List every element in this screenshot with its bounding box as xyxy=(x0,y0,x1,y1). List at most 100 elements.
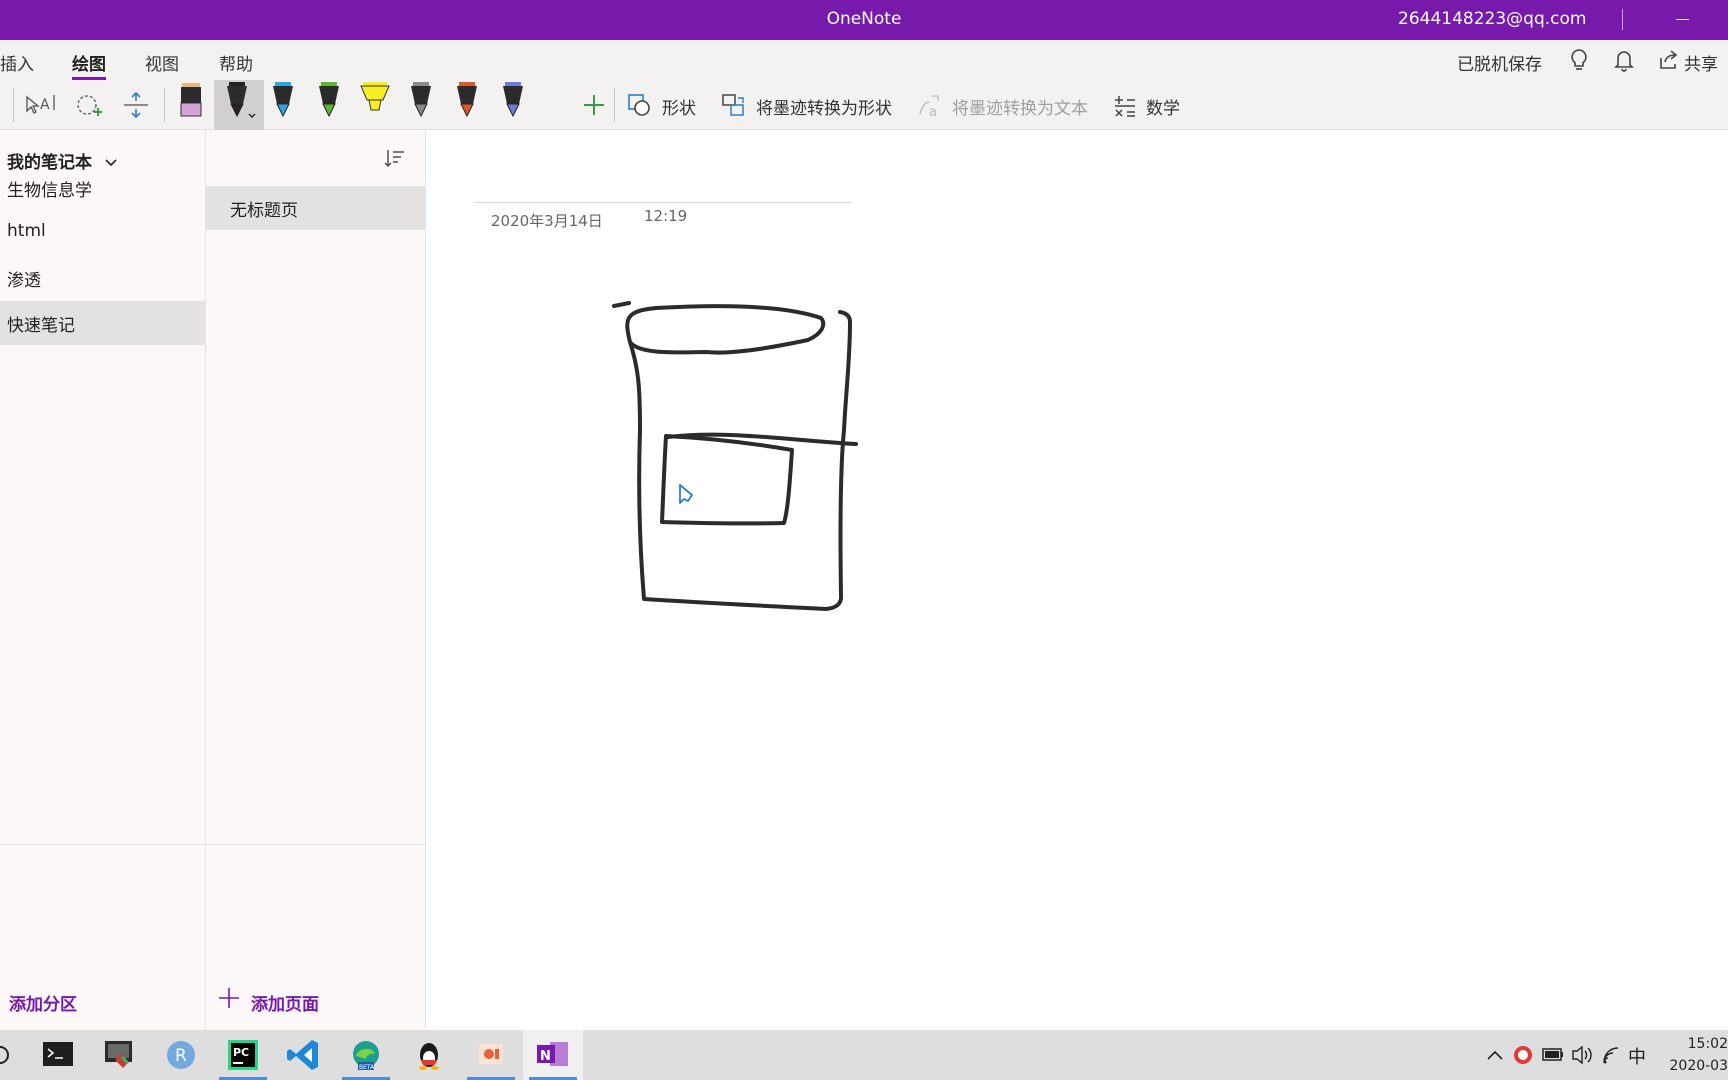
sort-pages-icon[interactable] xyxy=(384,148,406,172)
tool-app[interactable] xyxy=(89,1030,149,1080)
pink-eraser-pen-button[interactable] xyxy=(168,80,214,130)
pane-footer-divider xyxy=(0,844,425,845)
black-pen-icon xyxy=(227,82,256,118)
math-icon xyxy=(1115,96,1135,117)
bell-icon[interactable] xyxy=(1613,48,1635,76)
powerpoint-app[interactable] xyxy=(461,1030,521,1080)
account-name[interactable]: 2644148223@qq.com xyxy=(1398,9,1586,29)
titlebar-separator xyxy=(1622,9,1623,30)
section-item[interactable]: 生物信息学 xyxy=(0,166,205,210)
volume-icon[interactable] xyxy=(1570,1030,1596,1080)
ink-drawing[interactable] xyxy=(426,130,1728,1030)
pages-pane: 无标题页 添加页面 xyxy=(206,130,426,1030)
cursor-icon xyxy=(679,484,693,504)
pink-eraser-pen-icon xyxy=(180,83,202,117)
minimize-button[interactable] xyxy=(1668,0,1712,40)
svg-text:A: A xyxy=(40,97,50,113)
page-item[interactable]: 无标题页 xyxy=(206,186,425,230)
red-orange-pen-icon xyxy=(457,82,477,118)
add-pen-button[interactable] xyxy=(574,80,614,130)
svg-text:a: a xyxy=(929,105,937,120)
galaxy-pen-icon xyxy=(411,82,431,118)
insert-space-icon xyxy=(124,91,148,119)
svg-text:R: R xyxy=(175,1046,187,1066)
offline-saved-status: 已脱机保存 xyxy=(1457,55,1542,75)
plus-icon xyxy=(584,95,604,115)
type-select-button[interactable]: A xyxy=(20,80,60,130)
yellow-highlighter-icon xyxy=(360,82,390,111)
wifi-icon[interactable] xyxy=(1600,1030,1626,1080)
lasso-icon xyxy=(77,95,102,116)
onenote-icon: N xyxy=(537,1042,568,1066)
section-item-selected[interactable]: 快速笔记 xyxy=(0,301,205,345)
ink-to-text-label: 将墨迹转换为文本 xyxy=(952,99,1088,119)
terminal-app[interactable] xyxy=(28,1030,88,1080)
ink-to-text-button[interactable]: a 将墨迹转换为文本 xyxy=(916,80,1092,130)
pycharm-icon: PC xyxy=(228,1040,258,1070)
section-item[interactable]: html xyxy=(0,211,205,255)
shapes-button[interactable]: 形状 xyxy=(624,80,710,130)
shapes-icon xyxy=(628,94,650,116)
tool-app-icon xyxy=(105,1041,132,1068)
tab-view[interactable]: 视图 xyxy=(145,50,179,75)
clock-time: 15:02 xyxy=(1687,1036,1728,1052)
add-section-button[interactable]: 添加分区 xyxy=(9,990,77,1015)
ribbon-separator xyxy=(164,88,165,122)
galaxy-blue-pen-button[interactable] xyxy=(490,80,536,130)
type-select-icon: A xyxy=(26,95,55,114)
taskbar-app-partial[interactable] xyxy=(0,1030,10,1080)
svg-text:PC: PC xyxy=(233,1046,249,1059)
tab-insert[interactable]: 插入 xyxy=(0,50,34,75)
svg-text:N: N xyxy=(540,1049,551,1064)
yellow-highlighter-button[interactable] xyxy=(352,80,398,130)
terminal-icon xyxy=(43,1042,73,1066)
galaxy-pen-button[interactable] xyxy=(398,80,444,130)
galaxy-blue-pen-icon xyxy=(503,82,523,118)
tray-overflow-button[interactable] xyxy=(1482,1030,1508,1080)
share-icon[interactable] xyxy=(1658,49,1680,75)
red-orange-pen-button[interactable] xyxy=(444,80,490,130)
ink-to-shape-button[interactable]: 将墨迹转换为形状 xyxy=(720,80,896,130)
pycharm-app[interactable]: PC xyxy=(213,1030,273,1080)
green-pen-button[interactable] xyxy=(306,80,352,130)
ink-to-shape-icon xyxy=(722,94,744,116)
ink-to-text-icon: a xyxy=(919,95,939,120)
edge-beta-icon: BETA xyxy=(353,1041,379,1071)
black-pen-button[interactable] xyxy=(214,80,260,130)
chevron-up-icon xyxy=(1487,1050,1503,1060)
share-button[interactable]: 共享 xyxy=(1684,50,1718,75)
math-button[interactable]: 数学 xyxy=(1112,80,1186,130)
sections-pane: 我的笔记本 生物信息学 html 渗透 快速笔记 添加分区 xyxy=(0,130,206,1030)
onenote-app[interactable]: N xyxy=(523,1030,583,1080)
r-icon: R xyxy=(167,1041,195,1069)
system-clock[interactable]: 15:02 2020-03 xyxy=(1660,1033,1728,1077)
svg-text:BETA: BETA xyxy=(359,1064,375,1071)
lightbulb-icon[interactable] xyxy=(1568,48,1590,76)
plus-icon[interactable] xyxy=(218,987,240,1013)
lasso-select-button[interactable] xyxy=(68,80,108,130)
section-item[interactable]: 渗透 xyxy=(0,256,205,300)
ribbon-separator xyxy=(13,88,14,122)
edge-beta-app[interactable]: BETA xyxy=(336,1030,396,1080)
math-label: 数学 xyxy=(1146,99,1180,119)
presentation-icon xyxy=(479,1044,503,1064)
vscode-app[interactable] xyxy=(274,1030,334,1080)
tab-draw[interactable]: 绘图 xyxy=(72,50,106,80)
add-space-button[interactable] xyxy=(116,80,156,130)
clock-date: 2020-03 xyxy=(1669,1058,1728,1074)
tab-help[interactable]: 帮助 xyxy=(219,50,253,75)
vscode-icon xyxy=(287,1040,318,1070)
ink-to-shape-label: 将墨迹转换为形状 xyxy=(756,99,892,119)
record-tray-icon[interactable] xyxy=(1510,1030,1536,1080)
ime-indicator[interactable]: 中 xyxy=(1628,1030,1654,1080)
page-canvas[interactable]: 2020年3月14日 12:19 xyxy=(426,130,1728,1030)
taskbar: R PC BETA N 中 15:02 2020-03 xyxy=(0,1030,1728,1080)
qq-penguin-icon xyxy=(419,1043,439,1070)
green-pen-icon xyxy=(319,82,339,118)
r-app[interactable]: R xyxy=(151,1030,211,1080)
qq-app[interactable] xyxy=(399,1030,459,1080)
add-page-button[interactable]: 添加页面 xyxy=(251,990,319,1015)
blue-pen-icon xyxy=(273,82,293,118)
battery-icon[interactable] xyxy=(1540,1030,1566,1080)
blue-pen-button[interactable] xyxy=(260,80,306,130)
